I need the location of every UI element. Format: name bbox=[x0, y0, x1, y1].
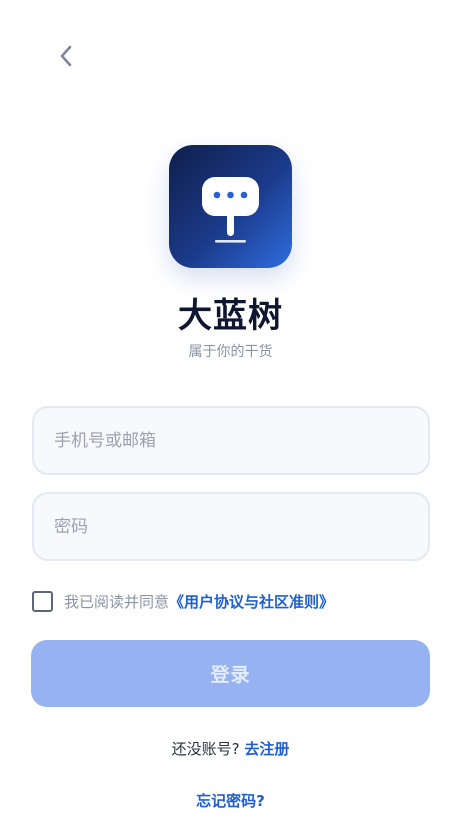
register-row: 还没账号? 去注册 bbox=[0, 738, 461, 759]
register-link[interactable]: 去注册 bbox=[244, 740, 289, 758]
app-logo bbox=[169, 145, 292, 268]
back-button[interactable] bbox=[48, 38, 84, 74]
register-prompt: 还没账号? bbox=[171, 740, 240, 758]
chevron-left-icon bbox=[60, 45, 72, 67]
agreement-checkbox[interactable] bbox=[32, 590, 53, 612]
phone-email-input[interactable] bbox=[54, 430, 428, 451]
app-name: 大蓝树 bbox=[178, 296, 283, 336]
login-button[interactable]: 登录 bbox=[31, 640, 430, 707]
chat-bubble-signpost-icon bbox=[202, 177, 259, 243]
agreement-link[interactable]: 《用户协议与社区准则》 bbox=[169, 591, 334, 612]
login-button-label: 登录 bbox=[210, 664, 251, 686]
password-input[interactable] bbox=[54, 516, 428, 537]
login-screen: 大蓝树 属于你的干货 我已阅读并同意 《用户协议与社区准则》 登录 还没账号? … bbox=[0, 0, 461, 819]
agreement-row: 我已阅读并同意 《用户协议与社区准则》 bbox=[32, 589, 334, 613]
forgot-password-link[interactable]: 忘记密码? bbox=[0, 790, 461, 811]
password-field[interactable] bbox=[32, 492, 430, 561]
agreement-text: 我已阅读并同意 bbox=[64, 592, 170, 611]
phone-email-field[interactable] bbox=[32, 406, 430, 475]
app-tagline: 属于你的干货 bbox=[188, 344, 273, 360]
